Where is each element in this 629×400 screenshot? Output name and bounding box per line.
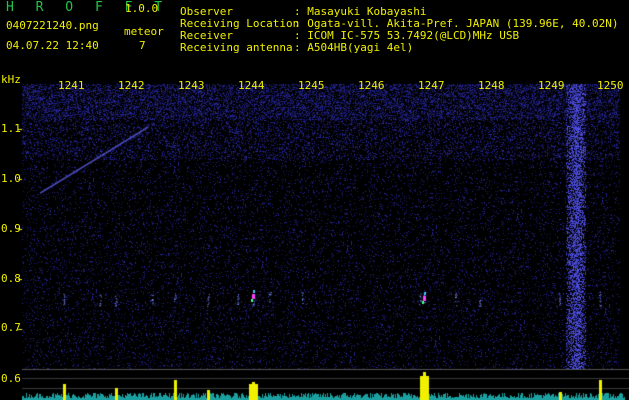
x-tick-label: 1249 <box>538 79 565 92</box>
x-tick-label: 1242 <box>118 79 145 92</box>
x-tick-label: 1244 <box>238 79 265 92</box>
antenna-value: : A504HB(yagi 4el) <box>294 41 414 54</box>
y-tick-label: 0.7 <box>1 321 21 334</box>
x-tick-label: 1243 <box>178 79 205 92</box>
x-tick-label: 1241 <box>58 79 85 92</box>
y-tick-label: 0.9 <box>1 222 21 235</box>
unit-label: kHz <box>1 73 21 86</box>
x-tick-label: 1248 <box>478 79 505 92</box>
x-tick-label: 1246 <box>358 79 385 92</box>
spectrogram-canvas <box>0 0 629 400</box>
y-tick-label: 1.0 <box>1 172 21 185</box>
antenna-key: Receiving antenna <box>180 41 293 54</box>
file-datetime: 04.07.22 12:40 <box>6 39 99 52</box>
x-tick-label: 1245 <box>298 79 325 92</box>
x-tick-label: 1247 <box>418 79 445 92</box>
x-tick-label: 1250 <box>597 79 624 92</box>
y-tick-label: 0.8 <box>1 272 21 285</box>
app-version: 1.0.0 <box>125 2 159 15</box>
y-tick-label: 1.1 <box>1 122 21 135</box>
meteor-label: meteor <box>124 25 164 38</box>
y-tick-label: 0.6 <box>1 372 21 385</box>
file-name: 0407221240.png <box>6 19 99 32</box>
meteor-count: 7 <box>139 39 146 52</box>
